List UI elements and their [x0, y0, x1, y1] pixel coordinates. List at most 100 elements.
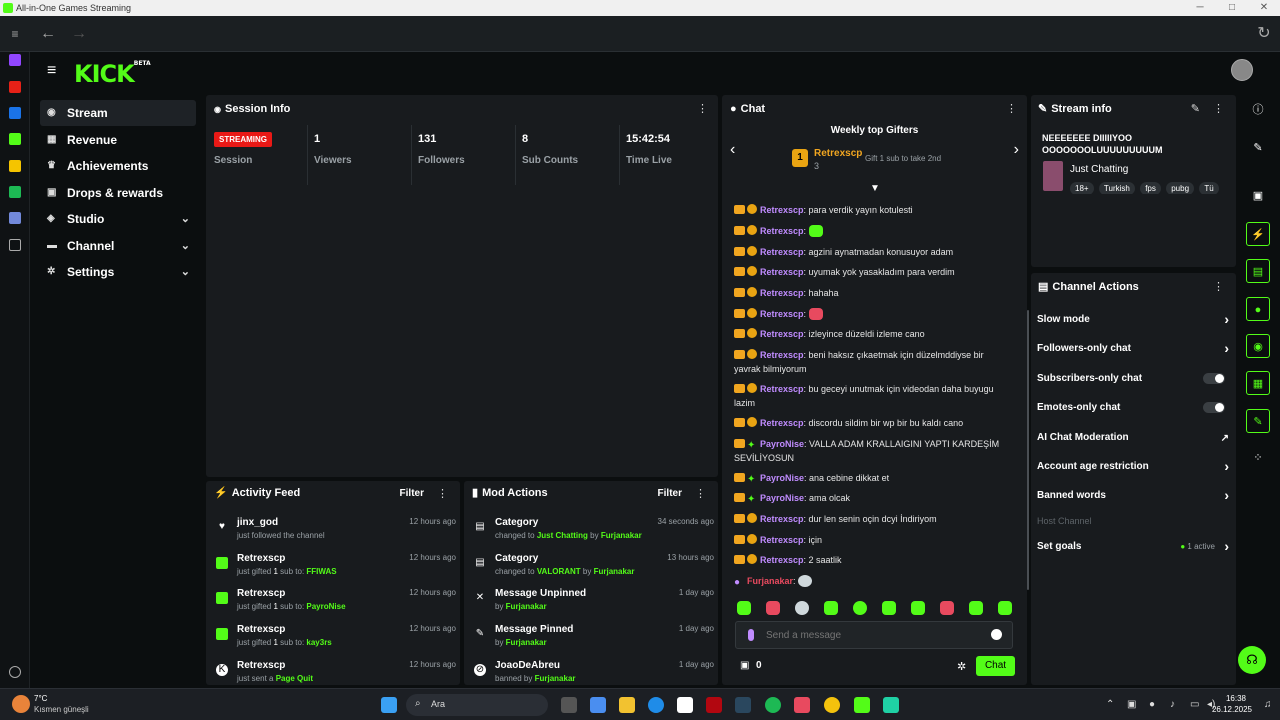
sidebar-item-channel[interactable]: ▬ Channel ⌄	[40, 233, 196, 259]
support-chat-icon[interactable]: ☊	[1238, 646, 1266, 674]
discord-icon[interactable]	[9, 212, 21, 224]
chrome-icon[interactable]	[824, 697, 840, 713]
chat-username[interactable]: Retrexscp	[760, 267, 804, 277]
emote-icon[interactable]	[969, 601, 983, 615]
activity-user[interactable]: Retrexscp	[237, 660, 285, 671]
chat-username[interactable]: Retrexscp	[760, 288, 804, 298]
taskbar-search[interactable]: ⌕ Ara	[406, 694, 548, 716]
emote-icon[interactable]	[737, 601, 751, 615]
maximize-icon[interactable]: □	[1216, 0, 1248, 16]
more-options-icon[interactable]: ⋮	[697, 103, 708, 115]
tag-chip[interactable]: Turkish	[1098, 182, 1135, 194]
tools-icon[interactable]: ✎	[1246, 409, 1270, 433]
settings-gear-icon[interactable]	[9, 666, 21, 678]
steam-icon[interactable]	[735, 697, 751, 713]
media-app-icon[interactable]	[794, 697, 810, 713]
emote-icon[interactable]	[824, 601, 838, 615]
emote-icon[interactable]	[853, 601, 867, 615]
clock-time[interactable]: 16:38	[1226, 694, 1246, 703]
scroll-down-icon[interactable]: ▼	[870, 183, 880, 194]
tray-app-icon[interactable]: ▣	[1127, 699, 1136, 710]
notification-bell-icon[interactable]: ♫	[1264, 699, 1272, 710]
back-icon[interactable]: ←	[37, 24, 59, 44]
emote-icon[interactable]	[795, 601, 809, 615]
tray-chevron-icon[interactable]: ⌃	[1106, 699, 1114, 710]
user-avatar[interactable]	[1231, 59, 1253, 81]
game-icon[interactable]	[9, 186, 21, 198]
chat-username[interactable]: Retrexscp	[760, 205, 804, 215]
activity-filter-button[interactable]: Filter	[400, 488, 424, 499]
twitch-icon[interactable]	[9, 54, 21, 66]
broadcast-icon[interactable]: ◉	[1246, 334, 1270, 358]
chat-username[interactable]: Retrexscp	[760, 535, 804, 545]
activity-user[interactable]: Retrexscp	[237, 553, 285, 564]
more-options-icon[interactable]: ⋮	[1006, 103, 1017, 115]
tag-chip[interactable]: Tü	[1199, 182, 1219, 194]
tag-chip[interactable]: fps	[1140, 182, 1161, 194]
kick-icon[interactable]	[9, 133, 21, 145]
store-icon[interactable]	[677, 697, 693, 713]
chat-username[interactable]: Furjanakar	[747, 576, 793, 586]
tag-chip[interactable]: pubg	[1166, 182, 1195, 194]
edit-pencil-icon[interactable]: ✎	[1191, 103, 1200, 115]
sidebar-item-achievements[interactable]: ♛ Achievements	[40, 153, 196, 179]
sidebar-item-studio[interactable]: ◈ Studio ⌄	[40, 206, 196, 232]
chat-username[interactable]: Retrexscp	[760, 384, 804, 394]
action-followers-only[interactable]: Followers-only chat ›	[1037, 334, 1229, 363]
chat-username[interactable]: PayroNise	[760, 493, 804, 503]
category-name[interactable]: Just Chatting	[1070, 164, 1128, 175]
clock-date[interactable]: 26.12.2025	[1212, 705, 1252, 714]
chat-username[interactable]: Retrexscp	[760, 226, 804, 236]
more-options-icon[interactable]: ⋮	[1213, 281, 1224, 293]
tag-chip[interactable]: 18+	[1070, 182, 1094, 194]
chat-input-box[interactable]	[735, 621, 1013, 649]
activity-user[interactable]: jinx_god	[237, 517, 278, 528]
desc-user[interactable]: Furjanakar	[506, 602, 547, 611]
notes-icon[interactable]: ▤	[1246, 259, 1270, 283]
more-options-icon[interactable]: ⋮	[1213, 103, 1224, 115]
desc-user[interactable]: Furjanakar	[601, 531, 642, 540]
subscribers-only-toggle[interactable]	[1203, 373, 1225, 384]
hamburger-icon[interactable]: ≡	[47, 62, 56, 80]
streaming-app-icon[interactable]	[883, 697, 899, 713]
kick-app-icon[interactable]	[854, 697, 870, 713]
menu-icon[interactable]: ≡	[4, 24, 26, 44]
chat-username[interactable]: Retrexscp	[760, 418, 804, 428]
chat-username[interactable]: Retrexscp	[760, 350, 804, 360]
action-banned-words[interactable]: Banned words ›	[1037, 481, 1229, 510]
chat-username[interactable]: Retrexscp	[760, 555, 804, 565]
desc-target[interactable]: kay3rs	[306, 638, 331, 647]
chevron-right-icon[interactable]: ›	[1014, 141, 1019, 159]
chevron-left-icon[interactable]: ‹	[730, 141, 735, 159]
quick-action-bolt-icon[interactable]: ⚡	[1246, 222, 1270, 246]
chat-scrollbar[interactable]	[1027, 310, 1029, 590]
category-thumbnail[interactable]	[1043, 161, 1063, 191]
more-tools-icon[interactable]: ⁘	[1246, 446, 1270, 470]
emoji-icon[interactable]	[991, 629, 1002, 640]
action-set-goals[interactable]: Set goals ● 1 active ›	[1037, 532, 1229, 561]
chat-username[interactable]: PayroNise	[760, 473, 804, 483]
emote-icon[interactable]	[998, 601, 1012, 615]
emote-icon[interactable]	[940, 601, 954, 615]
sidebar-item-stream[interactable]: ◉ Stream	[40, 100, 196, 126]
action-slow-mode[interactable]: Slow mode ›	[1037, 305, 1229, 334]
popout-icon[interactable]: ▣	[1246, 184, 1270, 208]
weather-icon[interactable]	[12, 695, 30, 713]
layout-icon[interactable]: ▦	[1246, 371, 1270, 395]
action-ai-moderation[interactable]: AI Chat Moderation ↗	[1037, 423, 1229, 452]
activity-user[interactable]: Retrexscp	[237, 588, 285, 599]
netflix-icon[interactable]	[706, 697, 722, 713]
spotify-icon[interactable]	[765, 697, 781, 713]
network-icon[interactable]: ▭	[1190, 699, 1199, 710]
activity-user[interactable]: Retrexscp	[237, 624, 285, 635]
emote-icon[interactable]	[766, 601, 780, 615]
chat-username[interactable]: Retrexscp	[760, 247, 804, 257]
desc-user[interactable]: Furjanakar	[535, 674, 576, 683]
sidebar-item-settings[interactable]: ✲ Settings ⌄	[40, 259, 196, 285]
tray-app2-icon[interactable]: ●	[1149, 699, 1155, 710]
apps-grid-icon[interactable]	[9, 239, 21, 251]
action-account-age[interactable]: Account age restriction ›	[1037, 452, 1229, 481]
chat-username[interactable]: Retrexscp	[760, 329, 804, 339]
task-view-icon[interactable]	[561, 697, 577, 713]
edge-icon[interactable]	[648, 697, 664, 713]
